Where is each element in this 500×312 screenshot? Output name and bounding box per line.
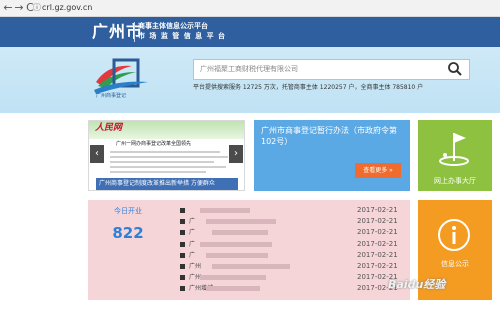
site-header [0, 17, 500, 47]
golf-flag-icon [432, 125, 476, 169]
company-icon [180, 286, 185, 292]
company-name[interactable]: 广 [189, 251, 195, 260]
public-info-label[interactable]: 信息公示 [418, 259, 492, 269]
notice-title[interactable]: 广州市商事登记暂行办法（市政府令第102号） [261, 125, 401, 147]
company-icon [180, 264, 185, 269]
today-openings-count: 822 [112, 224, 144, 242]
redacted-company-name [212, 230, 268, 236]
logo-caption: 广州商事登记 [96, 93, 127, 99]
company-icon [180, 241, 185, 247]
news-document-title: 广州一网办商事登记改革全国领先 [116, 141, 192, 147]
slider-next-button[interactable]: › [229, 145, 243, 163]
redacted-company-name [206, 286, 260, 292]
redacted-company-name [206, 219, 276, 225]
site-subtitle-1: 商事主体信息公示平台 [138, 22, 208, 30]
redacted-company-name [200, 275, 266, 281]
search-banner [0, 47, 500, 113]
company-name[interactable]: 广 [189, 240, 195, 249]
site-subtitle-2: 市 场 监 管 信 息 平 台 [138, 32, 227, 40]
news-caption[interactable]: 广州商事登记制度改革推出新举措 方便群众 [99, 179, 237, 189]
company-open-date: 2017-02-21 [357, 262, 398, 270]
registration-logo-icon [92, 56, 150, 94]
company-open-date: 2017-02-21 [357, 250, 398, 259]
document-text-line [110, 151, 220, 153]
url-text[interactable]: crl.gz.gov.cn [42, 2, 92, 14]
address-bar[interactable] [36, 2, 492, 14]
company-icon [180, 219, 185, 225]
search-input[interactable] [200, 63, 440, 76]
view-more-button[interactable]: 查看更多 » [355, 163, 401, 178]
document-text-line [110, 161, 214, 163]
company-name[interactable]: 广 [189, 228, 195, 237]
page-info-icon[interactable]: ⓘ [33, 2, 41, 14]
document-text-line [110, 156, 228, 158]
news-brand-logo: 人民网 [95, 123, 123, 133]
company-open-date: 2017-02-21 [357, 239, 398, 248]
today-openings-label: 今日开业 [114, 207, 142, 215]
site-title: 广州市 [92, 22, 144, 41]
company-open-date: 2017-02-21 [357, 217, 398, 226]
online-service-label[interactable]: 网上办事大厅 [418, 176, 492, 186]
company-name[interactable]: 广 [189, 217, 195, 226]
search-stats: 平台提供搜索服务 12725 万次，托管商事主体 1220257 户，全商事主体… [193, 84, 424, 91]
company-icon [180, 230, 185, 236]
company-open-date: 2017-02-21 [357, 228, 398, 237]
company-open-date: 2017-02-21 [357, 206, 398, 214]
search-icon[interactable] [447, 61, 463, 77]
redacted-company-name [200, 241, 272, 247]
watermark: Baidu经验 [388, 278, 446, 291]
redacted-company-name [206, 252, 268, 258]
redacted-company-name [212, 264, 290, 269]
document-text-line [110, 171, 206, 173]
company-icon [180, 252, 185, 258]
slider-prev-button[interactable]: ‹ [90, 145, 104, 163]
document-text-line [110, 166, 226, 168]
company-name[interactable]: 广州 [189, 262, 201, 271]
info-icon [437, 218, 471, 252]
redacted-company-name [200, 208, 250, 213]
company-icon [180, 275, 185, 281]
header-divider [134, 22, 135, 42]
company-icon [180, 208, 185, 213]
